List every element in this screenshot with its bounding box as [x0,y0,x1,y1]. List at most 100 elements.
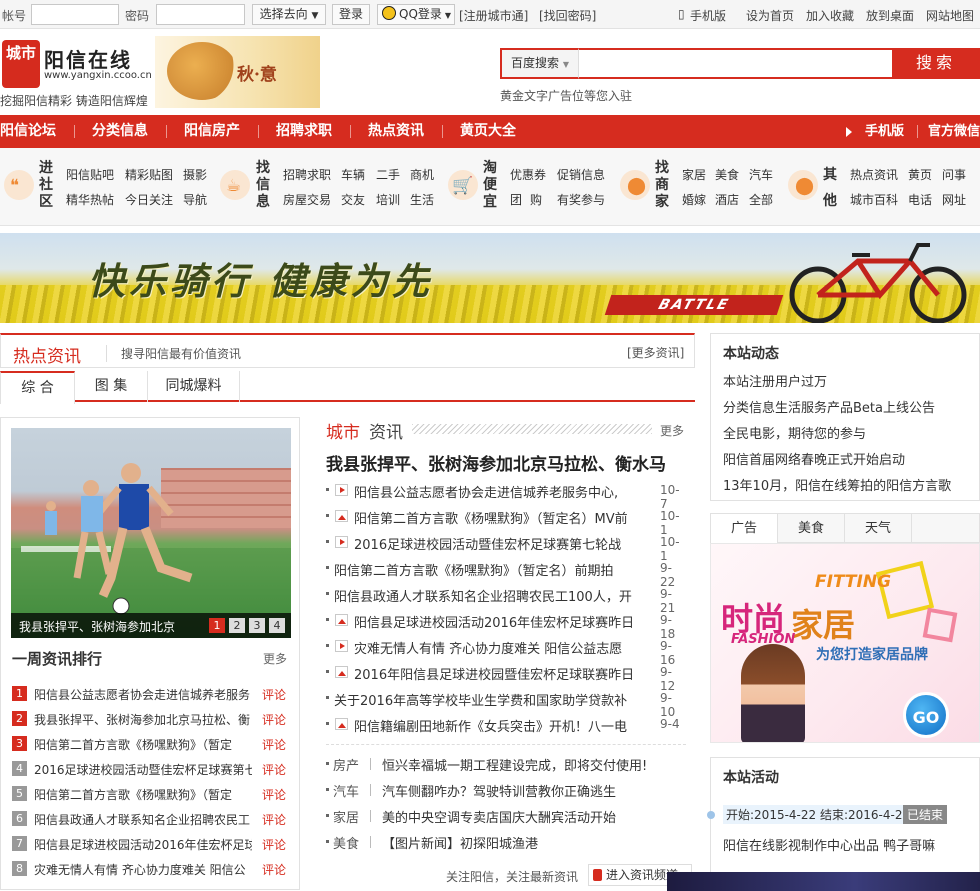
dir-link[interactable]: 今日关注 [125,191,173,208]
dir-link[interactable]: 交友 [341,191,365,208]
dir-link[interactable]: 热点资讯 [850,166,898,183]
search-input[interactable] [579,48,893,79]
news-title[interactable]: 阳信县政通人才联系知名企业招聘农民工100人，开 [334,586,649,605]
site-news-item[interactable]: 阳信首届网络春晚正式开始启动 [723,449,978,468]
city-logo-mark[interactable]: 城市 [2,40,40,88]
category-label[interactable]: 汽车 [333,781,359,800]
register-link[interactable]: [注册城市通] [459,7,528,24]
site-news-item[interactable]: 分类信息生活服务产品Beta上线公告 [723,397,978,416]
rank-title[interactable]: 阳信第二首方言歌《杨嘿默狗》（暂定 [34,786,252,803]
nav-item-classifieds[interactable]: 分类信息 [92,115,148,148]
news-title[interactable]: 关于2016年高等学校毕业生学费和国家助学贷款补 [334,690,649,709]
comment-link[interactable]: 评论 [262,786,286,803]
tab-ad[interactable]: 广告 [711,514,778,543]
goto-select[interactable]: 选择去向 ▼ [252,4,326,25]
nav-item-realestate[interactable]: 阳信房产 [184,115,240,148]
dir-link[interactable]: 购 [530,191,542,208]
comment-link[interactable]: 评论 [262,811,286,828]
dir-link[interactable]: 培训 [376,191,400,208]
comment-link[interactable]: 评论 [262,736,286,753]
tab-weather[interactable]: 天气 [845,514,912,543]
go-button[interactable]: GO [903,692,949,738]
group-head-community[interactable]: 进社区 [37,160,55,211]
comment-link[interactable]: 评论 [262,711,286,728]
dir-link[interactable]: 摄影 [183,166,207,183]
dir-link[interactable]: 网址 [942,191,966,208]
category-news-title[interactable]: 恒兴幸福城一期工程建设完成，即将交付使用! [382,755,647,774]
activity-item[interactable]: 阳信在线影视制作中心出品 鸭子哥嘛 [723,835,978,854]
dir-link[interactable]: 商机 [410,166,434,183]
dir-link[interactable]: 美食 [715,166,739,183]
comment-link[interactable]: 评论 [262,686,286,703]
category-news-title[interactable]: 美的中央空调专卖店国庆大酬宾活动开始 [382,807,616,826]
text-ad-slot[interactable]: 黄金文字广告位等您入驻 [500,87,632,104]
more-news-link[interactable]: [更多资讯] [627,344,684,361]
tab-gallery[interactable]: 图 集 [75,371,148,402]
set-home-link[interactable]: 设为首页 [746,7,794,24]
search-category-select[interactable]: 百度搜索 ▼ [500,48,579,79]
group-head-bargains[interactable]: 淘便宜 [481,160,499,211]
rank-title[interactable]: 阳信县足球进校园活动2016年佳宏杯足球 [34,836,252,853]
nav-item-hot-news[interactable]: 热点资讯 [368,115,424,148]
news-title[interactable]: 阳信县公益志愿者协会走进信城养老服务中心, [354,482,649,501]
news-title[interactable]: 阳信第二首方言歌《杨嘿默狗》（暂定名）前期拍 [334,560,629,579]
nav-item-jobs[interactable]: 招聘求职 [276,115,332,148]
category-news-title[interactable]: 【图片新闻】初探阳城渔港 [382,833,538,852]
nav-item-mobile[interactable]: 手机版 [865,115,904,148]
dir-link[interactable]: 精彩贴图 [125,166,173,183]
login-button[interactable]: 登录 [332,4,370,25]
dir-link[interactable]: 招聘求职 [283,166,331,183]
dir-link[interactable]: 婚嫁 [682,191,706,208]
dir-link[interactable]: 汽车 [749,166,773,183]
slideshow-photo[interactable] [11,428,291,638]
rank-title[interactable]: 2016足球进校园活动暨佳宏杯足球赛第七 [34,761,252,778]
news-title[interactable]: 阳信县足球进校园活动2016年佳宏杯足球赛昨日 [354,612,649,631]
hot-news-title[interactable]: 热点资讯 [13,342,81,367]
dir-link[interactable]: 酒店 [715,191,739,208]
tab-local-tips[interactable]: 同城爆料 [148,371,240,402]
city-news-more-link[interactable]: 更多 [660,422,684,439]
group-head-merchants[interactable]: 找商家 [653,160,671,211]
category-label[interactable]: 房产 [333,755,359,774]
dir-link[interactable]: 优惠券 [510,166,546,183]
dir-link[interactable]: 有奖参与 [557,191,605,208]
site-news-item[interactable]: 13年10月，阳信在线筹拍的阳信方言歌 [723,475,978,494]
site-name[interactable]: 阳信在线 [44,44,132,73]
account-input[interactable] [31,4,119,25]
desktop-link[interactable]: 放到桌面 [866,7,914,24]
dir-link[interactable]: 家居 [682,166,706,183]
rank-title[interactable]: 灾难无情人有情 齐心协力度难关 阳信公 [34,861,252,878]
add-favorite-link[interactable]: 加入收藏 [806,7,854,24]
rank-title[interactable]: 我县张捍平、张树海参加北京马拉松、衡 [34,711,252,728]
tab-food[interactable]: 美食 [778,514,845,543]
nav-item-yellow-pages[interactable]: 黄页大全 [460,115,516,148]
news-title[interactable]: 阳信籍编剧田地新作《女兵突击》开机！八一电 [354,716,649,735]
news-title[interactable]: 灾难无情人有情 齐心协力度难关 阳信公益志愿 [354,638,649,657]
news-title[interactable]: 2016足球进校园活动暨佳宏杯足球赛第七轮战 [354,534,649,553]
dir-link[interactable]: 团 [510,191,522,208]
sitemap-link[interactable]: 网站地图 [926,7,974,24]
dir-link[interactable]: 导航 [183,191,207,208]
slide-dot-1[interactable]: 1 [209,618,225,633]
site-news-item[interactable]: 全民电影，期待您的参与 [723,423,978,442]
cycling-banner[interactable]: 快乐骑行 健康为先 BATTLE [0,233,980,323]
comment-link[interactable]: 评论 [262,836,286,853]
dir-link[interactable]: 车辆 [341,166,365,183]
slideshow-caption[interactable]: 我县张捍平、张树海参加北京 [19,618,175,635]
category-label[interactable]: 美食 [333,833,359,852]
qq-login-button[interactable]: QQ登录 ▼ [377,4,455,25]
dir-link[interactable]: 促销信息 [557,166,605,183]
find-password-link[interactable]: [找回密码] [539,7,596,24]
dir-link[interactable]: 精华热帖 [66,191,114,208]
comment-link[interactable]: 评论 [262,761,286,778]
ranking-more-link[interactable]: 更多 [263,650,287,667]
category-news-title[interactable]: 汽车侧翻咋办？驾驶特训营教你正确逃生 [382,781,616,800]
news-title[interactable]: 阳信第二首方言歌《杨嘿默狗》（暂定名）MV前 [354,508,649,527]
group-head-find-info[interactable]: 找信息 [254,160,272,211]
slide-dot-2[interactable]: 2 [229,618,245,633]
group-head-other[interactable]: 其他 [821,162,839,214]
rank-title[interactable]: 阳信第二首方言歌《杨嘿默狗》（暂定 [34,736,252,753]
dir-link[interactable]: 房屋交易 [283,191,331,208]
slide-dot-3[interactable]: 3 [249,618,265,633]
dir-link[interactable]: 电话 [908,191,932,208]
